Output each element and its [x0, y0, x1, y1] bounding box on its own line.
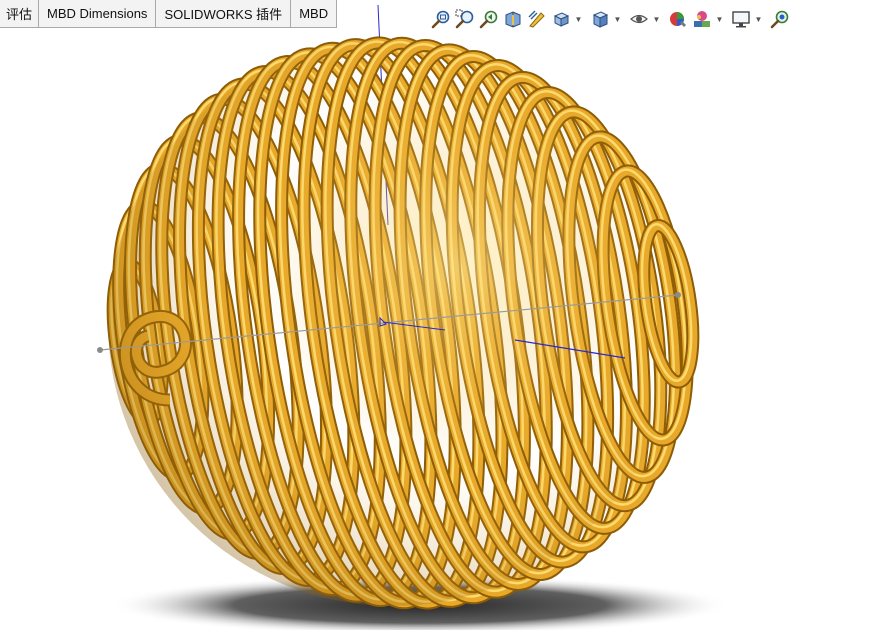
view-settings-dropdown-icon[interactable]: ▼	[754, 8, 763, 30]
axis-endpoint-left	[97, 347, 103, 353]
hide-show-items-icon[interactable]	[628, 8, 650, 30]
heads-up-view-toolbar: ▼ ▼ ▼ ▼ ▼	[430, 7, 793, 31]
view-orientation-icon[interactable]	[550, 8, 572, 30]
view-settings-icon[interactable]	[730, 8, 752, 30]
apply-scene-dropdown-icon[interactable]: ▼	[715, 8, 724, 30]
previous-view-icon[interactable]	[478, 8, 500, 30]
axis-endpoint-right	[675, 292, 681, 298]
display-style-dropdown-icon[interactable]: ▼	[613, 8, 622, 30]
tab-mbd[interactable]: MBD	[291, 0, 338, 27]
tab-mbd-dimensions[interactable]: MBD Dimensions	[39, 0, 157, 27]
realview-icon[interactable]	[769, 8, 791, 30]
section-view-icon[interactable]	[502, 8, 524, 30]
spherical-coil-model[interactable]	[103, 31, 702, 614]
zoom-to-fit-icon[interactable]	[430, 8, 452, 30]
tab-solidworks-addins[interactable]: SOLIDWORKS 插件	[156, 0, 292, 27]
tab-evaluate[interactable]: 评估	[0, 0, 40, 27]
hide-show-dropdown-icon[interactable]: ▼	[652, 8, 661, 30]
dynamic-annotation-icon[interactable]	[526, 8, 548, 30]
zoom-to-area-icon[interactable]	[454, 8, 476, 30]
view-orientation-dropdown-icon[interactable]: ▼	[574, 8, 583, 30]
command-manager-tabs: 评估 MBD Dimensions SOLIDWORKS 插件 MBD	[0, 0, 338, 28]
display-style-icon[interactable]	[589, 8, 611, 30]
apply-scene-icon[interactable]	[691, 8, 713, 30]
graphics-viewport[interactable]	[0, 0, 877, 630]
edit-appearance-icon[interactable]	[667, 8, 689, 30]
